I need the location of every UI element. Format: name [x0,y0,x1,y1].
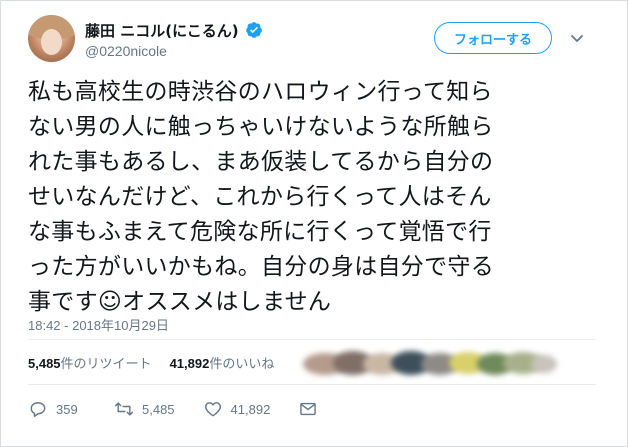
name-row: 藤田 ニコル(にこるん) [85,19,263,41]
retweets-stat[interactable]: 5,485件のリツイート [28,353,152,372]
tweet-text: 私も高校生の時渋谷のハロウィン行って知ら ない男の人に触っちゃいけないような所触… [28,79,494,315]
retweet-icon [114,402,134,416]
likes-stat-count: 41,892 [169,356,210,371]
user-handle[interactable]: @0220nicole [85,43,167,59]
caret-down-icon[interactable] [567,28,587,48]
retweet-count: 5,485 [142,401,175,417]
verified-icon [245,22,262,38]
liker-avatars-blurred [299,347,561,379]
divider [28,384,596,385]
like-button[interactable]: 41,892 [203,399,271,419]
retweets-stat-count: 5,485 [28,356,61,371]
divider [28,339,596,340]
avatar-face [41,29,62,55]
direct-message-button[interactable] [298,399,318,419]
like-icon [204,402,221,417]
tweet-timestamp[interactable]: 18:42 - 2018年10月29日 [28,315,169,334]
reply-icon [30,402,46,418]
likes-stat[interactable]: 41,892件のいいね [170,353,275,372]
reply-button[interactable]: 359 [28,399,86,419]
reply-count: 359 [56,401,78,417]
like-count: 41,892 [230,401,271,417]
tweet-card: 藤田 ニコル(にこるん) @0220nicole フォローする 私も高校生の時渋… [0,0,628,447]
follow-button[interactable]: フォローする [434,22,552,54]
retweets-stat-label: 件のリツイート [60,356,152,371]
engagement-stats: 5,485件のリツイート 41,892件のいいね [28,353,274,372]
display-name[interactable]: 藤田 ニコル(にこるん) [85,20,239,41]
message-icon [300,402,317,416]
blurred-avatar [531,355,557,373]
likes-stat-label: 件のいいね [209,356,275,371]
retweet-button[interactable]: 5,485 [114,399,175,419]
avatar[interactable] [28,15,75,62]
action-bar: 359 5,485 41,892 [28,399,346,419]
